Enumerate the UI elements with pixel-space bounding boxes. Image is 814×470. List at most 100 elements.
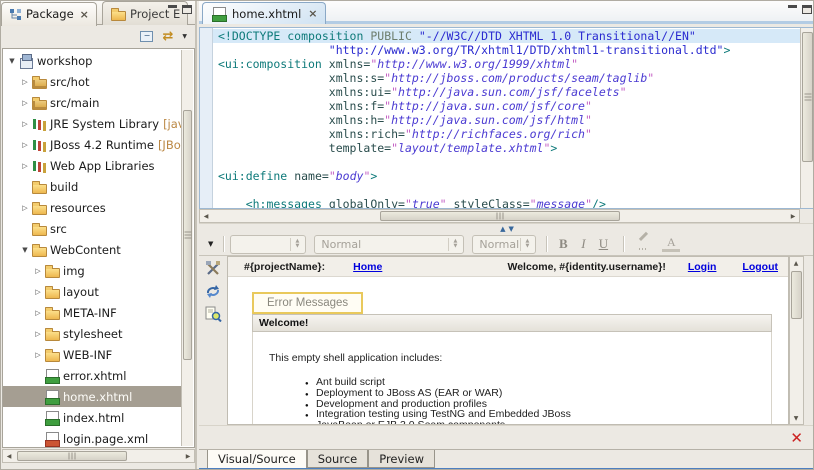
view-menu-icon[interactable]: ▼ xyxy=(182,33,187,40)
logout-link[interactable]: Logout xyxy=(742,261,778,273)
tree-item-src-main[interactable]: ▷src/main xyxy=(3,92,181,113)
editor-tab-home-xhtml[interactable]: home.xhtml × xyxy=(202,2,326,24)
font-size-select[interactable]: Normal ▲▼ xyxy=(472,235,536,254)
expand-arrow-icon[interactable]: ▷ xyxy=(32,309,44,317)
font-color-icon[interactable]: A xyxy=(662,236,680,252)
code-line-8[interactable]: xmlns:rich="http://richfaces.org/rich" xyxy=(213,127,800,141)
expand-arrow-icon[interactable]: ▼ xyxy=(19,246,31,254)
tree-vertical-scrollbar[interactable] xyxy=(181,50,193,446)
tree-item-layout[interactable]: ▷layout xyxy=(3,281,181,302)
toolbar-separator xyxy=(546,236,547,252)
scroll-right-icon[interactable]: ▶ xyxy=(787,210,799,222)
tree-item-login-page-xml[interactable]: login.page.xml xyxy=(3,428,181,447)
source-vertical-scrollbar[interactable] xyxy=(800,28,814,208)
tree-item-img[interactable]: ▷img xyxy=(3,260,181,281)
tree-item-jre-system-library[interactable]: ▷JRE System Library[java-1.5 xyxy=(3,113,181,134)
tree-item-jboss-4-2-runtime[interactable]: ▷JBoss 4.2 Runtime[JBoss 4. xyxy=(3,134,181,155)
expand-arrow-icon[interactable]: ▷ xyxy=(19,141,31,149)
source-visual-splitter[interactable]: ▲ ▼ xyxy=(199,223,814,233)
bold-button[interactable]: B xyxy=(553,235,573,254)
home-link[interactable]: Home xyxy=(353,261,382,273)
minimize-icon[interactable] xyxy=(168,5,177,14)
tab-package-explorer[interactable]: Package × xyxy=(1,2,97,26)
visual-editor-toolbar: ▼ ▲▼ Normal ▲▼ Normal ▲▼ B I U A xyxy=(199,233,814,256)
tree-item-resources[interactable]: ▷resources xyxy=(3,197,181,218)
italic-button[interactable]: I xyxy=(573,235,593,254)
code-line-3[interactable]: <ui:composition xmlns="http://www.w3.org… xyxy=(213,57,800,71)
maximize-icon[interactable] xyxy=(802,5,812,14)
expand-arrow-icon[interactable]: ▷ xyxy=(32,351,44,359)
source-horizontal-scrollbar[interactable]: ◀ ▶ xyxy=(199,209,800,223)
collapse-all-icon[interactable]: − xyxy=(140,31,153,42)
tree-item-web-inf[interactable]: ▷WEB-INF xyxy=(3,344,181,365)
highlight-pen-icon[interactable] xyxy=(638,236,656,252)
project-tree: ▼ workshop ▷src/hot▷src/main▷JRE System Li… xyxy=(3,50,181,447)
expand-arrow-icon[interactable]: ▷ xyxy=(19,99,31,107)
scroll-up-icon[interactable]: ▲ xyxy=(790,257,802,269)
tree-item-home-xhtml[interactable]: home.xhtml xyxy=(3,386,181,407)
scroll-left-icon[interactable]: ◀ xyxy=(200,210,212,222)
preferences-wrench-icon[interactable] xyxy=(205,260,222,277)
underline-button[interactable]: U xyxy=(593,235,613,254)
maximize-icon[interactable] xyxy=(182,5,192,14)
close-icon[interactable]: × xyxy=(80,8,89,21)
tree-item-label: workshop xyxy=(37,54,92,68)
tree-item-web-app-libraries[interactable]: ▷Web App Libraries xyxy=(3,155,181,176)
editor-bottom-strip: ✕ xyxy=(199,425,814,449)
toolbar-chevron-icon[interactable]: ▼ xyxy=(208,240,213,248)
expand-arrow-icon[interactable]: ▷ xyxy=(32,330,44,338)
login-link[interactable]: Login xyxy=(688,261,717,273)
refresh-icon[interactable] xyxy=(205,284,221,299)
font-family-select[interactable]: ▲▼ xyxy=(230,235,306,254)
tab-source[interactable]: Source xyxy=(307,450,369,468)
xml-file-icon xyxy=(44,432,60,446)
tree-item-webcontent[interactable]: ▼WebContent xyxy=(3,239,181,260)
block-format-select[interactable]: Normal ▲▼ xyxy=(314,235,464,254)
expand-arrow-icon[interactable]: ▼ xyxy=(6,57,18,65)
expand-arrow-icon[interactable]: ▷ xyxy=(19,162,31,170)
tab-preview[interactable]: Preview xyxy=(368,450,435,468)
code-line-7[interactable]: xmlns:h="http://java.sun.com/jsf/html" xyxy=(213,113,800,127)
expand-arrow-icon[interactable]: ▷ xyxy=(32,288,44,296)
tab-visual-source[interactable]: Visual/Source xyxy=(207,450,307,469)
code-line-13[interactable]: <h:messages globalOnly="true" styleClass… xyxy=(213,197,800,208)
expand-arrow-icon[interactable]: ▷ xyxy=(19,120,31,128)
scroll-right-icon[interactable]: ▶ xyxy=(182,450,194,462)
visual-vertical-scrollbar[interactable]: ▲ ▼ xyxy=(789,256,804,425)
code-line-2[interactable]: "http://www.w3.org/TR/xhtml1/DTD/xhtml1-… xyxy=(213,43,800,57)
expand-arrow-icon[interactable]: ▷ xyxy=(19,78,31,86)
error-close-icon[interactable]: ✕ xyxy=(790,429,803,447)
folder-icon xyxy=(44,348,60,362)
code-line-6[interactable]: xmlns:f="http://java.sun.com/jsf/core" xyxy=(213,99,800,113)
tree-item-workshop[interactable]: ▼ workshop xyxy=(3,50,181,71)
splitter-down-icon[interactable]: ▼ xyxy=(509,225,514,233)
expand-arrow-icon[interactable]: ▷ xyxy=(19,204,31,212)
source-code[interactable]: <!DOCTYPE composition PUBLIC "-//W3C//DT… xyxy=(213,28,800,208)
code-line-9[interactable]: template="layout/template.xhtml"> xyxy=(213,141,800,155)
tree-item-decoration: [java-1.5 xyxy=(163,117,181,131)
page-preview-icon[interactable] xyxy=(205,306,222,322)
minimize-icon[interactable] xyxy=(788,5,797,14)
tree-item-src-hot[interactable]: ▷src/hot xyxy=(3,71,181,92)
code-line-4[interactable]: xmlns:s="http://jboss.com/products/seam/… xyxy=(213,71,800,85)
close-icon[interactable]: × xyxy=(308,7,317,20)
tree-item-stylesheet[interactable]: ▷stylesheet xyxy=(3,323,181,344)
code-line-12[interactable] xyxy=(213,183,800,197)
code-line-11[interactable]: <ui:define name="body"> xyxy=(213,169,800,183)
code-line-10[interactable] xyxy=(213,155,800,169)
scroll-left-icon[interactable]: ◀ xyxy=(3,450,15,462)
tree-item-meta-inf[interactable]: ▷META-INF xyxy=(3,302,181,323)
tree-horizontal-scrollbar[interactable]: ◀ ▶ xyxy=(2,449,195,463)
link-with-editor-icon[interactable]: ⇄ xyxy=(162,30,173,43)
html-file-icon xyxy=(44,390,60,404)
code-line-1[interactable]: <!DOCTYPE composition PUBLIC "-//W3C//DT… xyxy=(213,29,800,43)
error-messages-placeholder[interactable]: Error Messages xyxy=(252,292,363,314)
tree-item-error-xhtml[interactable]: error.xhtml xyxy=(3,365,181,386)
splitter-up-icon[interactable]: ▲ xyxy=(500,225,505,233)
tree-item-build[interactable]: build xyxy=(3,176,181,197)
code-line-5[interactable]: xmlns:ui="http://java.sun.com/jsf/facele… xyxy=(213,85,800,99)
tree-item-index-html[interactable]: index.html xyxy=(3,407,181,428)
scroll-down-icon[interactable]: ▼ xyxy=(790,412,802,424)
tree-item-src[interactable]: src xyxy=(3,218,181,239)
expand-arrow-icon[interactable]: ▷ xyxy=(32,267,44,275)
